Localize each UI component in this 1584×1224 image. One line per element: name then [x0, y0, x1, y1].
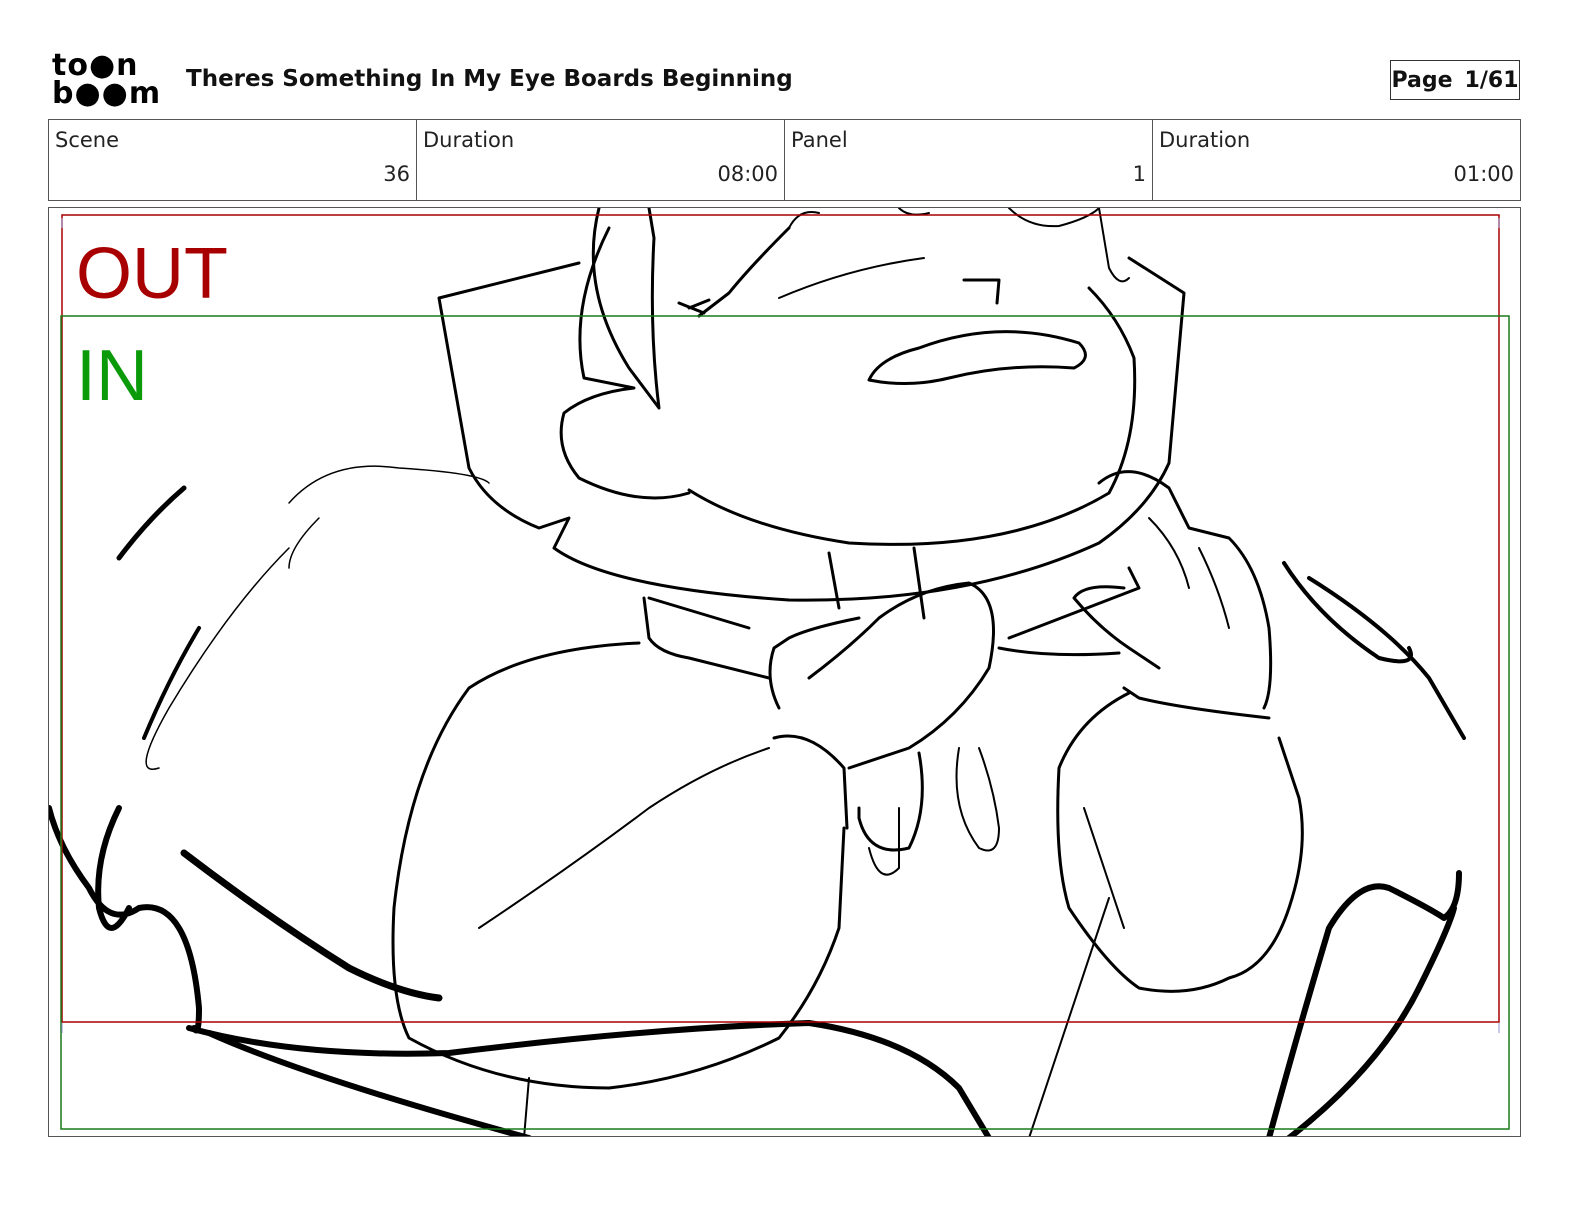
face-jaw [687, 286, 1137, 546]
mouth [867, 330, 1087, 386]
in-frame-label: IN [76, 336, 148, 416]
logo-wordmark: to●n b●●m [52, 51, 162, 111]
swirl-right-top [1282, 561, 1466, 740]
sketch-drawing [49, 208, 1510, 1136]
frame-corner-guides [61, 218, 1500, 1033]
scene-duration-label: Duration [423, 128, 515, 152]
panel-duration-cell: Duration 01:00 [1153, 120, 1520, 200]
panel-label: Panel [791, 128, 848, 152]
eye-lashes [677, 226, 791, 318]
swirl-right-bottom [1266, 870, 1462, 1136]
arm-left-inner [478, 747, 770, 929]
scene-label: Scene [55, 128, 120, 152]
hand-right [1072, 470, 1273, 720]
scene-duration-value: 08:00 [717, 162, 778, 186]
panel-cell: Panel 1 [785, 120, 1153, 200]
panel-value: 1 [1132, 162, 1146, 186]
document-title: Theres Something In My Eye Boards Beginn… [186, 66, 793, 92]
scene-cell: Scene 36 [49, 120, 417, 200]
nose [962, 278, 1001, 305]
panel-duration-label: Duration [1159, 128, 1251, 152]
logo-line-2: b●●m [52, 76, 162, 111]
page-number: 1/61 [1464, 67, 1519, 93]
bubble-left [145, 465, 490, 770]
out-frame [61, 214, 1500, 1023]
stroke-bold-3 [180, 849, 443, 1002]
tie [868, 747, 1000, 876]
page-indicator: Page 1/61 [1390, 60, 1520, 100]
panel-duration-value: 01:00 [1453, 162, 1514, 186]
page-label: Page [1391, 67, 1453, 93]
scene-value: 36 [383, 162, 410, 186]
storyboard-panel: OUT IN [48, 207, 1521, 1137]
hair-top [788, 208, 1130, 283]
toonboom-logo: to●n b●●m [52, 51, 164, 111]
brow [778, 257, 925, 299]
collar [642, 546, 1141, 680]
stroke-bold-1 [116, 485, 187, 561]
scene-duration-cell: Duration 08:00 [417, 120, 785, 200]
swirl-left [49, 805, 202, 1034]
stroke-bold-2 [142, 626, 201, 740]
head-outline [437, 256, 1186, 602]
panel-info-table: Scene 36 Duration 08:00 Panel 1 Duration… [48, 119, 1521, 201]
in-frame [60, 315, 1510, 1130]
sweep-bottom [186, 1020, 992, 1136]
out-frame-label: OUT [76, 234, 228, 314]
